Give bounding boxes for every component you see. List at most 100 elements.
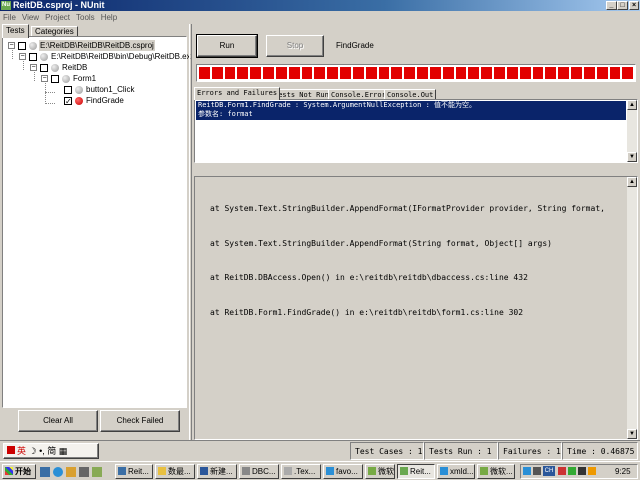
tray-icon[interactable] [523,467,531,475]
task-label: xmld... [450,467,474,476]
clock: 9:25 [615,467,631,476]
check-failed-button[interactable]: Check Failed [100,410,180,432]
task-icon [158,467,166,475]
menu-view[interactable]: View [19,12,42,24]
menu-help[interactable]: Help [98,12,120,24]
splitter[interactable] [189,24,192,440]
minimize-button[interactable]: _ [606,1,617,10]
scroll-down-icon[interactable]: ▼ [627,152,637,162]
stop-button[interactable]: Stop [266,35,324,57]
progress-segment [340,67,351,79]
close-button[interactable]: × [629,1,639,10]
status-gray-icon [40,53,48,61]
windows-logo-icon [5,467,13,475]
task-label: DBC... [252,467,276,476]
progress-segment [571,67,582,79]
checkbox[interactable] [64,86,72,94]
current-test-label: FindGrade [336,41,374,50]
progress-segment [327,67,339,79]
checkbox[interactable] [40,64,48,72]
task-icon [242,467,250,475]
collapse-icon[interactable]: − [19,53,26,60]
tray-icon[interactable] [558,467,566,475]
run-button[interactable]: Run [196,34,258,58]
task-item[interactable]: 微软... [365,464,395,479]
stack-line: at System.Text.StringBuilder.AppendForma… [210,238,552,248]
outlook-icon[interactable] [66,467,76,477]
maximize-button[interactable]: □ [617,1,628,10]
error-item-selected[interactable]: ReitDB.Form1.FindGrade : System.Argument… [196,101,626,120]
tab-errors-and-failures[interactable]: Errors and Failures [194,87,281,100]
start-button[interactable]: 开始 [2,464,36,479]
task-item[interactable]: favo... [323,464,363,479]
progress-segment [506,67,518,79]
collapse-icon[interactable]: − [41,75,48,82]
collapse-icon[interactable]: − [30,64,37,71]
progress-segment [404,67,416,79]
tray-icon[interactable] [588,467,596,475]
task-icon [326,467,334,475]
status-time: Time : 0.46875 [562,442,638,460]
progress-segment [429,67,441,79]
menu-project[interactable]: Project [42,12,73,24]
scroll-down-icon[interactable]: ▼ [627,429,637,439]
error-message: ReitDB.Form1.FindGrade : System.Argument… [198,101,477,109]
task-item[interactable]: 数最... [155,464,195,479]
progress-segment [378,67,390,79]
ime-toolbar[interactable]: 英 ☽ •, 简 ▦ [3,443,99,459]
title-bar: Nu ReitDB.csproj - NUnit _ □ × [0,0,640,11]
task-label: .Tex... [294,467,316,476]
task-item[interactable]: xmld... [437,464,475,479]
window-title: ReitDB.csproj - NUnit [13,0,105,10]
task-item[interactable]: Reit... [115,464,153,479]
checkbox[interactable] [51,75,59,83]
tray-icon[interactable] [568,467,576,475]
errors-scrollbar[interactable]: ▲ ▼ [627,100,637,162]
speaker-icon[interactable] [533,467,541,475]
checkbox[interactable] [29,53,37,61]
status-tests-run: Tests Run : 1 [424,442,498,460]
ie-icon[interactable] [53,467,63,477]
task-label: 微软... [378,467,394,476]
language-icon[interactable]: CH [543,466,555,476]
app-quicklaunch-icon[interactable] [92,467,102,477]
progress-segment [481,67,493,79]
task-icon [440,467,448,475]
menu-tools[interactable]: Tools [73,12,98,24]
progress-segment [352,67,364,79]
status-gray-icon [62,75,70,83]
task-item[interactable]: .Tex... [281,464,321,479]
tree-label: button1_Click [86,85,135,94]
checkbox[interactable] [18,42,26,50]
scroll-up-icon[interactable]: ▲ [627,100,637,110]
collapse-icon[interactable]: − [8,42,15,49]
status-gray-icon [75,86,83,94]
task-item[interactable]: 新建... [197,464,237,479]
task-icon [368,467,376,475]
progress-segment [211,67,223,79]
errors-list[interactable]: ReitDB.Form1.FindGrade : System.Argument… [194,99,638,163]
task-item-active[interactable]: Reit... [397,464,435,479]
clear-all-button[interactable]: Clear All [18,410,98,432]
test-tree[interactable]: − E:\ReitDB\ReitDB\ReitDB.csproj − E:\Re… [2,36,191,408]
stack-trace-text: at System.Text.StringBuilder.AppendForma… [210,180,605,341]
stack-scrollbar[interactable]: ▲ ▼ [627,177,637,439]
show-desktop-icon[interactable] [40,467,50,477]
tray-icon[interactable] [578,467,586,475]
tree-label: FindGrade [86,96,124,105]
progress-segment [455,67,467,79]
menu-file[interactable]: File [0,12,19,24]
progress-segment [314,67,326,79]
tab-tests[interactable]: Tests [2,24,29,38]
checkbox-checked[interactable]: ✓ [64,97,72,106]
app-quicklaunch-icon[interactable] [79,467,89,477]
task-icon [284,467,292,475]
stack-trace-panel[interactable]: at System.Text.StringBuilder.AppendForma… [194,176,638,440]
task-icon [200,467,208,475]
task-item[interactable]: 微软... [477,464,515,479]
tree-label: E:\ReitDB\ReitDB\ReitDB.csproj [39,40,155,51]
scroll-up-icon[interactable]: ▲ [627,177,637,187]
task-item[interactable]: DBC... [239,464,279,479]
tree-label: Form1 [73,74,97,83]
progress-segment [596,67,608,79]
